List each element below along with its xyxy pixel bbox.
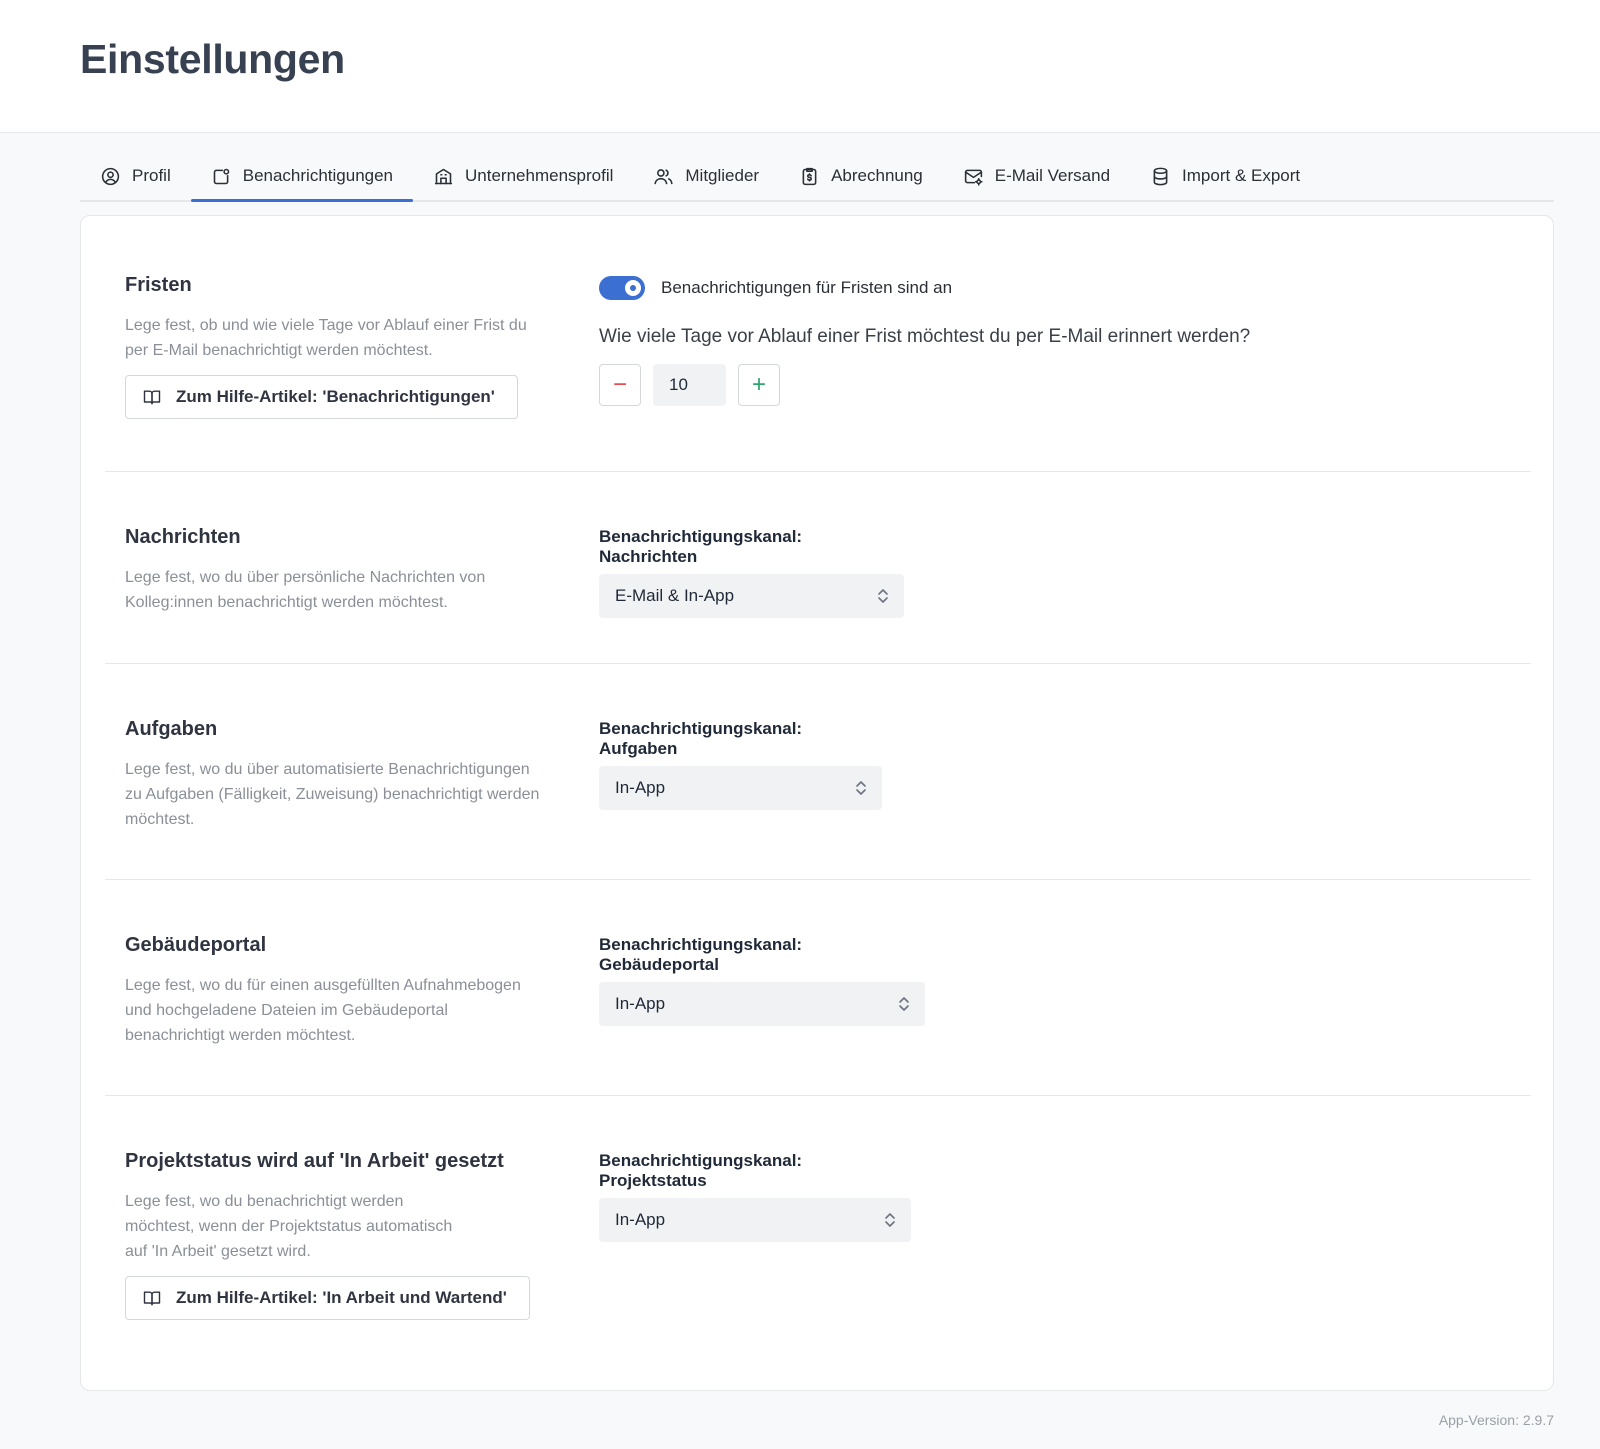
tab-unternehmensprofil[interactable]: Unternehmensprofil [413, 152, 633, 200]
gebaeudeportal-channel-select[interactable]: In-App [599, 982, 925, 1026]
tab-label: Mitglieder [685, 166, 760, 185]
book-icon [143, 390, 161, 405]
toggle-knob [625, 280, 641, 296]
tab-label: Abrechnung [831, 166, 923, 185]
section-gebaeudeportal: Gebäudeportal Lege fest, wo du für einen… [105, 880, 1531, 1096]
help-article-button[interactable]: Zum Hilfe-Artikel: 'Benachrichtigungen' [125, 375, 518, 419]
section-description: Lege fest, wo du für einen ausgefüllten … [125, 977, 521, 1044]
help-article-label: Zum Hilfe-Artikel: 'In Arbeit und Warten… [176, 1288, 507, 1307]
settings-tabs: Profil Benachrichtigungen Unternehmenspr… [80, 152, 1554, 202]
users-icon [654, 168, 673, 184]
page-header: Einstellungen [0, 0, 1600, 133]
tab-email-versand[interactable]: E-Mail Versand [943, 152, 1130, 200]
chevron-up-down-icon [885, 1213, 895, 1227]
select-value: In-App [615, 994, 666, 1013]
section-title: Fristen [125, 274, 192, 296]
tab-abrechnung[interactable]: Abrechnung [779, 152, 943, 200]
aufgaben-channel-select[interactable]: In-App [599, 766, 882, 810]
select-value: In-App [615, 1210, 666, 1229]
tab-label: Profil [132, 166, 171, 185]
settings-card: Fristen Lege fest, ob und wie viele Tage… [80, 215, 1554, 1391]
building-icon [434, 168, 453, 184]
field-label: Benachrichtigungskanal: Aufgaben [599, 719, 803, 758]
days-stepper: − 10 + [599, 364, 1250, 406]
section-aufgaben: Aufgaben Lege fest, wo du über automatis… [105, 664, 1531, 880]
help-article-button[interactable]: Zum Hilfe-Artikel: 'In Arbeit und Warten… [125, 1276, 530, 1320]
select-value: In-App [615, 778, 666, 797]
tab-label: Benachrichtigungen [242, 166, 394, 185]
nachrichten-channel-select[interactable]: E-Mail & In-App [599, 574, 904, 618]
section-description: Lege fest, ob und wie viele Tage vor Abl… [125, 317, 527, 359]
increment-button[interactable]: + [738, 364, 780, 406]
page-title: Einstellungen [80, 36, 345, 82]
toggle-label: Benachrichtigungen für Fristen sind an [661, 278, 953, 297]
tab-label: Import & Export [1182, 166, 1301, 185]
section-nachrichten: Nachrichten Lege fest, wo du über persön… [105, 472, 1531, 664]
section-fristen: Fristen Lege fest, ob und wie viele Tage… [105, 216, 1531, 472]
billing-icon [802, 167, 817, 185]
user-circle-icon [101, 167, 120, 185]
section-description: Lege fest, wo du benachrichtigt werden m… [125, 1193, 453, 1260]
tab-import-export[interactable]: Import & Export [1130, 152, 1320, 200]
tab-label: E-Mail Versand [994, 166, 1111, 185]
tab-mitglieder[interactable]: Mitglieder [633, 152, 779, 200]
mail-settings-icon [964, 169, 983, 186]
book-icon [143, 1291, 161, 1306]
chevron-up-down-icon [878, 589, 888, 603]
tab-benachrichtigungen[interactable]: Benachrichtigungen [190, 152, 414, 202]
section-description: Lege fest, wo du über automatisierte Ben… [125, 761, 540, 828]
field-label: Benachrichtigungskanal: Gebäudeportal [599, 935, 803, 974]
projektstatus-channel-select[interactable]: In-App [599, 1198, 911, 1242]
tab-label: Unternehmensprofil [465, 166, 614, 185]
days-input[interactable]: 10 [653, 364, 726, 406]
section-projektstatus: Projektstatus wird auf 'In Arbeit' geset… [105, 1096, 1531, 1392]
chevron-up-down-icon [899, 997, 909, 1011]
fristen-toggle[interactable] [599, 276, 645, 300]
section-title: Nachrichten [125, 526, 241, 548]
help-article-label: Zum Hilfe-Artikel: 'Benachrichtigungen' [176, 387, 495, 406]
section-title: Aufgaben [125, 718, 218, 740]
section-description: Lege fest, wo du über persönliche Nachri… [125, 569, 486, 611]
select-value: E-Mail & In-App [615, 586, 735, 605]
section-title: Projektstatus wird auf 'In Arbeit' geset… [125, 1150, 504, 1172]
tab-profil[interactable]: Profil [80, 152, 191, 200]
field-label: Benachrichtigungskanal: Nachrichten [599, 527, 803, 566]
database-icon [1153, 167, 1168, 185]
chevron-up-down-icon [856, 781, 866, 795]
section-title: Gebäudeportal [125, 934, 267, 956]
field-label: Benachrichtigungskanal: Projektstatus [599, 1151, 803, 1190]
reminder-question: Wie viele Tage vor Ablauf einer Frist mö… [599, 326, 1251, 347]
notification-icon [213, 168, 230, 184]
decrement-button[interactable]: − [599, 364, 641, 406]
app-version: App-Version: 2.9.7 [1438, 1412, 1554, 1428]
